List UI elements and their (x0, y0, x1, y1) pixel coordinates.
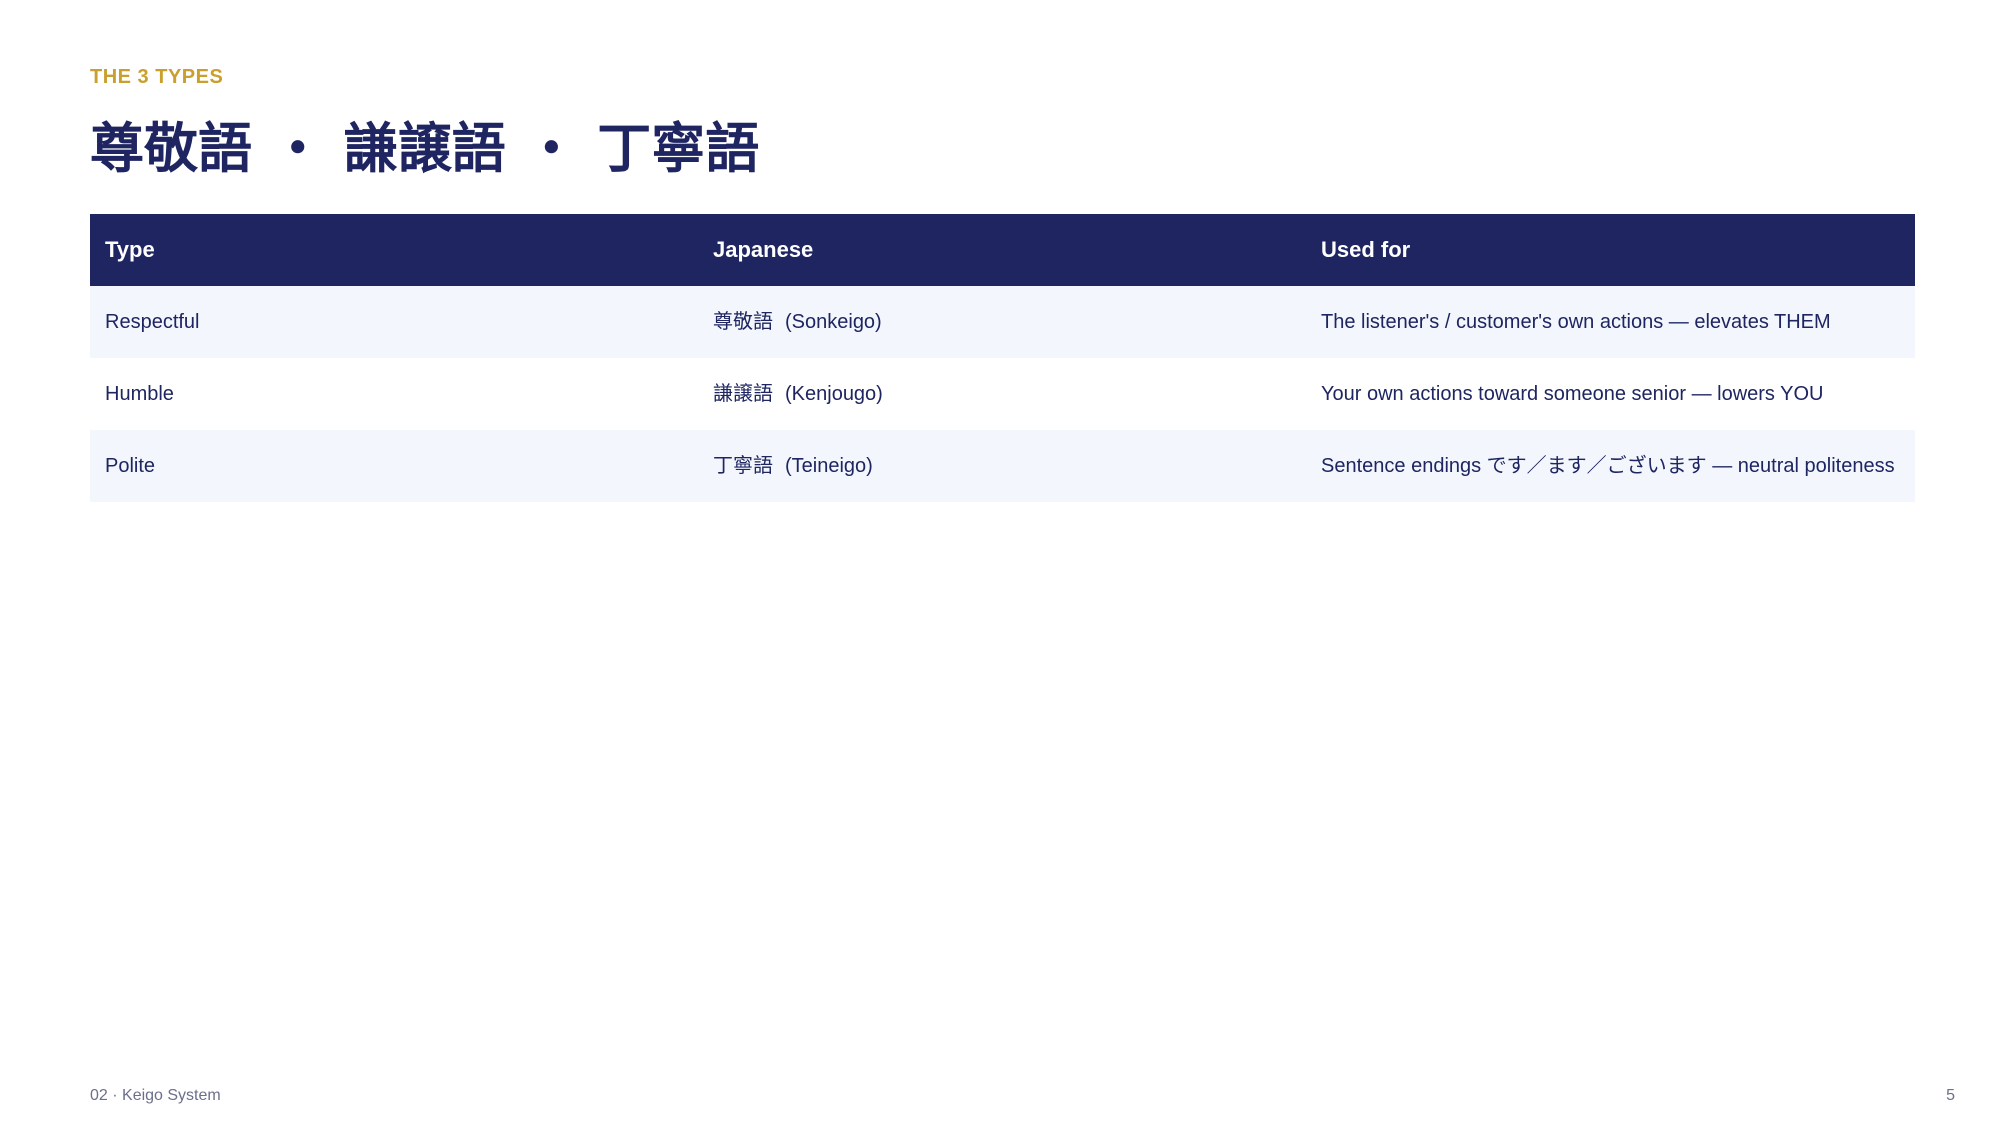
footer-section-label: 02 · Keigo System (90, 1087, 221, 1104)
japanese-cell: 丁寧語 (Teineigo) (698, 430, 1306, 502)
table-row: Humble 謙譲語 (Kenjougo) Your own actions to… (90, 358, 1915, 430)
keigo-types-table: Type Japanese Used for Respectful 尊敬語 (So… (90, 214, 1915, 502)
type-cell: Humble (90, 358, 698, 430)
japanese-cell: 尊敬語 (Sonkeigo) (698, 286, 1306, 358)
page-number: 5 (1946, 1087, 1955, 1104)
table-row: Polite 丁寧語 (Teineigo) Sentence endings です… (90, 430, 1915, 502)
used-for-cell: The listener's / customer's own actions … (1306, 286, 1915, 358)
used-for-cell: Sentence endings です／ます／ございます — neutral p… (1306, 430, 1915, 502)
column-header-used-for: Used for (1306, 214, 1915, 286)
table-header-row: Type Japanese Used for (90, 214, 1915, 286)
romaji-term: (Teineigo) (785, 455, 873, 477)
column-header-type: Type (90, 214, 698, 286)
romaji-term: (Sonkeigo) (785, 311, 882, 333)
slide: THE 3 TYPES 尊敬語 ・ 謙譲語 ・ 丁寧語 Type Japanes… (0, 0, 1996, 1125)
slide-title: 尊敬語 ・ 謙譲語 ・ 丁寧語 (90, 116, 760, 180)
japanese-cell: 謙譲語 (Kenjougo) (698, 358, 1306, 430)
romaji-term: (Kenjougo) (785, 383, 883, 405)
japanese-term: 丁寧語 (713, 453, 773, 477)
japanese-term: 尊敬語 (713, 309, 773, 333)
section-kicker: THE 3 TYPES (90, 66, 224, 88)
used-for-cell: Your own actions toward someone senior —… (1306, 358, 1915, 430)
japanese-term: 謙譲語 (713, 381, 773, 405)
column-header-japanese: Japanese (698, 214, 1306, 286)
table-row: Respectful 尊敬語 (Sonkeigo) The listener's … (90, 286, 1915, 358)
type-cell: Polite (90, 430, 698, 502)
type-cell: Respectful (90, 286, 698, 358)
